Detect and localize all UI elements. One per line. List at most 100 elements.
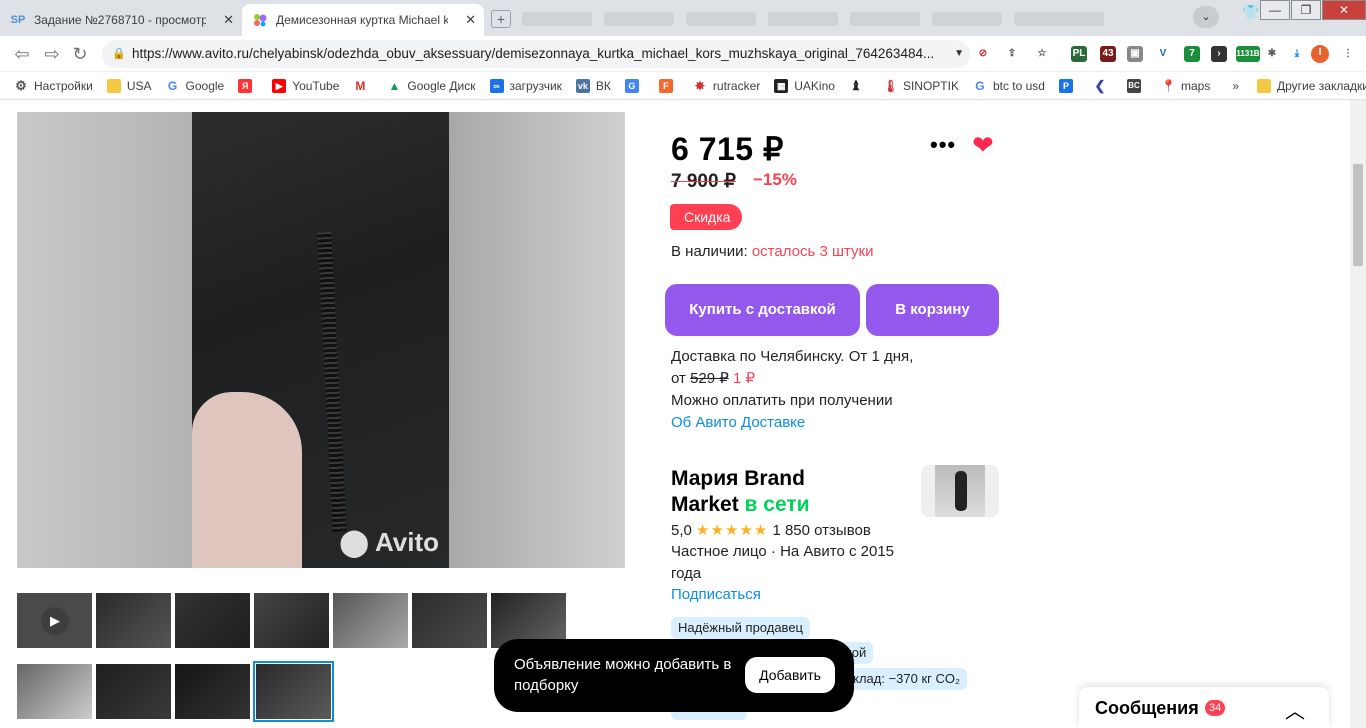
- bookmark-label: Google: [185, 78, 225, 93]
- messages-widget[interactable]: Сообщения 34 ︿: [1079, 687, 1329, 728]
- extension-v-icon[interactable]: V: [1155, 46, 1171, 62]
- background-tab[interactable]: [604, 12, 674, 26]
- seller-name[interactable]: Мария Brand Market в сети: [671, 466, 901, 518]
- background-tab[interactable]: [686, 12, 756, 26]
- lock-icon: 🔒: [112, 48, 126, 60]
- discount-percent: −15%: [753, 170, 797, 189]
- bookmark-star-icon[interactable]: ☆: [1034, 46, 1050, 62]
- bookmark-yandex[interactable]: Я: [238, 78, 258, 93]
- other-bookmarks[interactable]: Другие закладки: [1257, 78, 1366, 93]
- thumbnail-brand-label[interactable]: [96, 664, 171, 719]
- thumbnail[interactable]: [96, 593, 171, 648]
- bookmarks-bar: ⚙ Настройки USA G Google Я ▶ YouTube M ▲ Goo…: [0, 72, 1366, 100]
- bookmark-loader[interactable]: ∞ загрузчик: [489, 78, 562, 93]
- scrollbar-thumb[interactable]: [1353, 164, 1363, 266]
- close-tab-icon[interactable]: ✕: [465, 12, 476, 28]
- extension-terminal-icon[interactable]: ›: [1211, 46, 1227, 62]
- youtube-icon: ▶: [272, 78, 287, 93]
- more-options-icon[interactable]: •••: [930, 132, 956, 158]
- bookmark-youtube[interactable]: ▶ YouTube: [272, 78, 339, 93]
- url-input[interactable]: 🔒 https://www.avito.ru/chelyabinsk/odezh…: [102, 40, 970, 68]
- tab-task[interactable]: SP Задание №2768710 - просмотр за ✕: [0, 4, 242, 36]
- thumbnail[interactable]: [412, 593, 487, 648]
- extensions-puzzle-icon[interactable]: ✱: [1264, 46, 1280, 62]
- tab-avito[interactable]: Демисезонная куртка Michael kor ✕: [242, 4, 484, 36]
- bookmark-f[interactable]: F: [658, 78, 679, 93]
- delivery-info-link[interactable]: Об Авито Доставке: [671, 412, 941, 434]
- thumbnail-tag[interactable]: [333, 593, 408, 648]
- background-tab[interactable]: [932, 12, 1002, 26]
- bookmark-btc[interactable]: Gbtc to usd: [973, 79, 1045, 93]
- seller-avatar[interactable]: [921, 465, 999, 517]
- add-to-cart-button[interactable]: В корзину: [866, 284, 999, 336]
- extension-7-icon[interactable]: 7: [1184, 46, 1200, 62]
- watermark-text: Avito: [374, 527, 439, 557]
- seller-rating[interactable]: 5,0 ★★★★★ 1 850 отзывов: [671, 521, 871, 539]
- bookmark-translate[interactable]: G: [624, 78, 645, 93]
- reload-icon[interactable]: ↻: [70, 44, 90, 65]
- extension-pl-icon[interactable]: PL: [1071, 46, 1087, 62]
- extension-43-icon[interactable]: 43: [1100, 46, 1116, 62]
- bookmark-maps[interactable]: 📍 maps: [1161, 79, 1210, 93]
- bookmark-rutracker[interactable]: ✸ rutracker: [693, 79, 760, 93]
- shirt-icon[interactable]: 👕: [1242, 4, 1259, 21]
- price: 6 715 ₽: [671, 131, 784, 167]
- block-icon[interactable]: ⊘: [975, 46, 991, 62]
- add-to-collection-button[interactable]: Добавить: [745, 657, 835, 693]
- google-icon: G: [167, 78, 178, 93]
- favorite-heart-icon[interactable]: ❤: [972, 130, 994, 161]
- download-icon[interactable]: ⤓: [1289, 46, 1305, 62]
- bookmark-usa[interactable]: USA: [106, 78, 152, 93]
- bookmark-vk[interactable]: vk ВК: [575, 78, 611, 93]
- bookmark-settings[interactable]: ⚙ Настройки: [14, 77, 93, 93]
- page-scrollbar[interactable]: [1350, 100, 1366, 728]
- background-tab[interactable]: [768, 12, 838, 26]
- reliable-seller-chip[interactable]: Надёжный продавец: [671, 617, 810, 639]
- background-tab[interactable]: [1014, 12, 1104, 26]
- bookmark-sinoptik[interactable]: 🌡 SINOPTIK: [883, 79, 959, 93]
- menu-kebab-icon[interactable]: ⋮: [1340, 46, 1356, 62]
- extension-btc-icon[interactable]: 1131B: [1236, 46, 1260, 62]
- bookmark-gmail[interactable]: M: [353, 79, 373, 93]
- back-icon[interactable]: ⇦: [12, 44, 32, 65]
- background-tab[interactable]: [850, 12, 920, 26]
- bookmark-bc[interactable]: BC: [1126, 78, 1147, 93]
- minimize-button[interactable]: —: [1260, 0, 1290, 20]
- thumbnail[interactable]: [175, 593, 250, 648]
- bookmark-google[interactable]: G Google: [166, 78, 225, 93]
- share-icon[interactable]: ⇪: [1004, 46, 1020, 62]
- bookmark-p[interactable]: P: [1058, 78, 1079, 93]
- bookmark-drive[interactable]: ▲ Google Диск: [387, 79, 475, 93]
- new-tab-button[interactable]: +: [491, 10, 511, 28]
- close-window-button[interactable]: ✕: [1322, 0, 1366, 20]
- bookmark-arrow[interactable]: ❮: [1093, 78, 1113, 93]
- vk-icon: vk: [575, 78, 590, 93]
- extension-briefcase-icon[interactable]: ▣: [1127, 46, 1143, 62]
- profile-avatar[interactable]: I: [1311, 45, 1329, 63]
- browser-tab-bar: SP Задание №2768710 - просмотр за ✕ Деми…: [0, 0, 1366, 36]
- buy-with-delivery-button[interactable]: Купить с доставкой: [665, 284, 860, 336]
- bookmark-chess[interactable]: ♝: [849, 78, 869, 93]
- old-price: 7 900 ₽: [671, 171, 736, 192]
- close-tab-icon[interactable]: ✕: [223, 12, 234, 28]
- thumbnail[interactable]: [17, 664, 92, 719]
- bookmark-label: ВК: [595, 78, 611, 93]
- restore-button[interactable]: ❐: [1291, 0, 1321, 20]
- tab-search-button[interactable]: ⌄: [1193, 6, 1219, 28]
- bookmarks-overflow-button[interactable]: »: [1232, 79, 1239, 93]
- thumbnail[interactable]: [254, 593, 329, 648]
- dropdown-icon[interactable]: ▼: [954, 40, 964, 68]
- yandex-icon: Я: [238, 78, 253, 93]
- thumbnail-selected[interactable]: [253, 661, 334, 722]
- thumbnail[interactable]: [175, 664, 250, 719]
- gear-icon: ⚙: [15, 77, 27, 93]
- chevron-up-icon[interactable]: ︿: [1285, 695, 1305, 724]
- main-photo[interactable]: ⬤ Avito: [17, 112, 625, 568]
- thumbnail-video[interactable]: ▶: [17, 593, 92, 648]
- forward-icon[interactable]: ⇨: [42, 44, 62, 65]
- bookmark-label: SINOPTIK: [902, 78, 959, 93]
- discount-badge: Скидка: [670, 204, 743, 230]
- bookmark-uakino[interactable]: ▦ UAKino: [774, 78, 835, 93]
- subscribe-link[interactable]: Подписаться: [671, 586, 761, 603]
- background-tab[interactable]: [522, 12, 592, 26]
